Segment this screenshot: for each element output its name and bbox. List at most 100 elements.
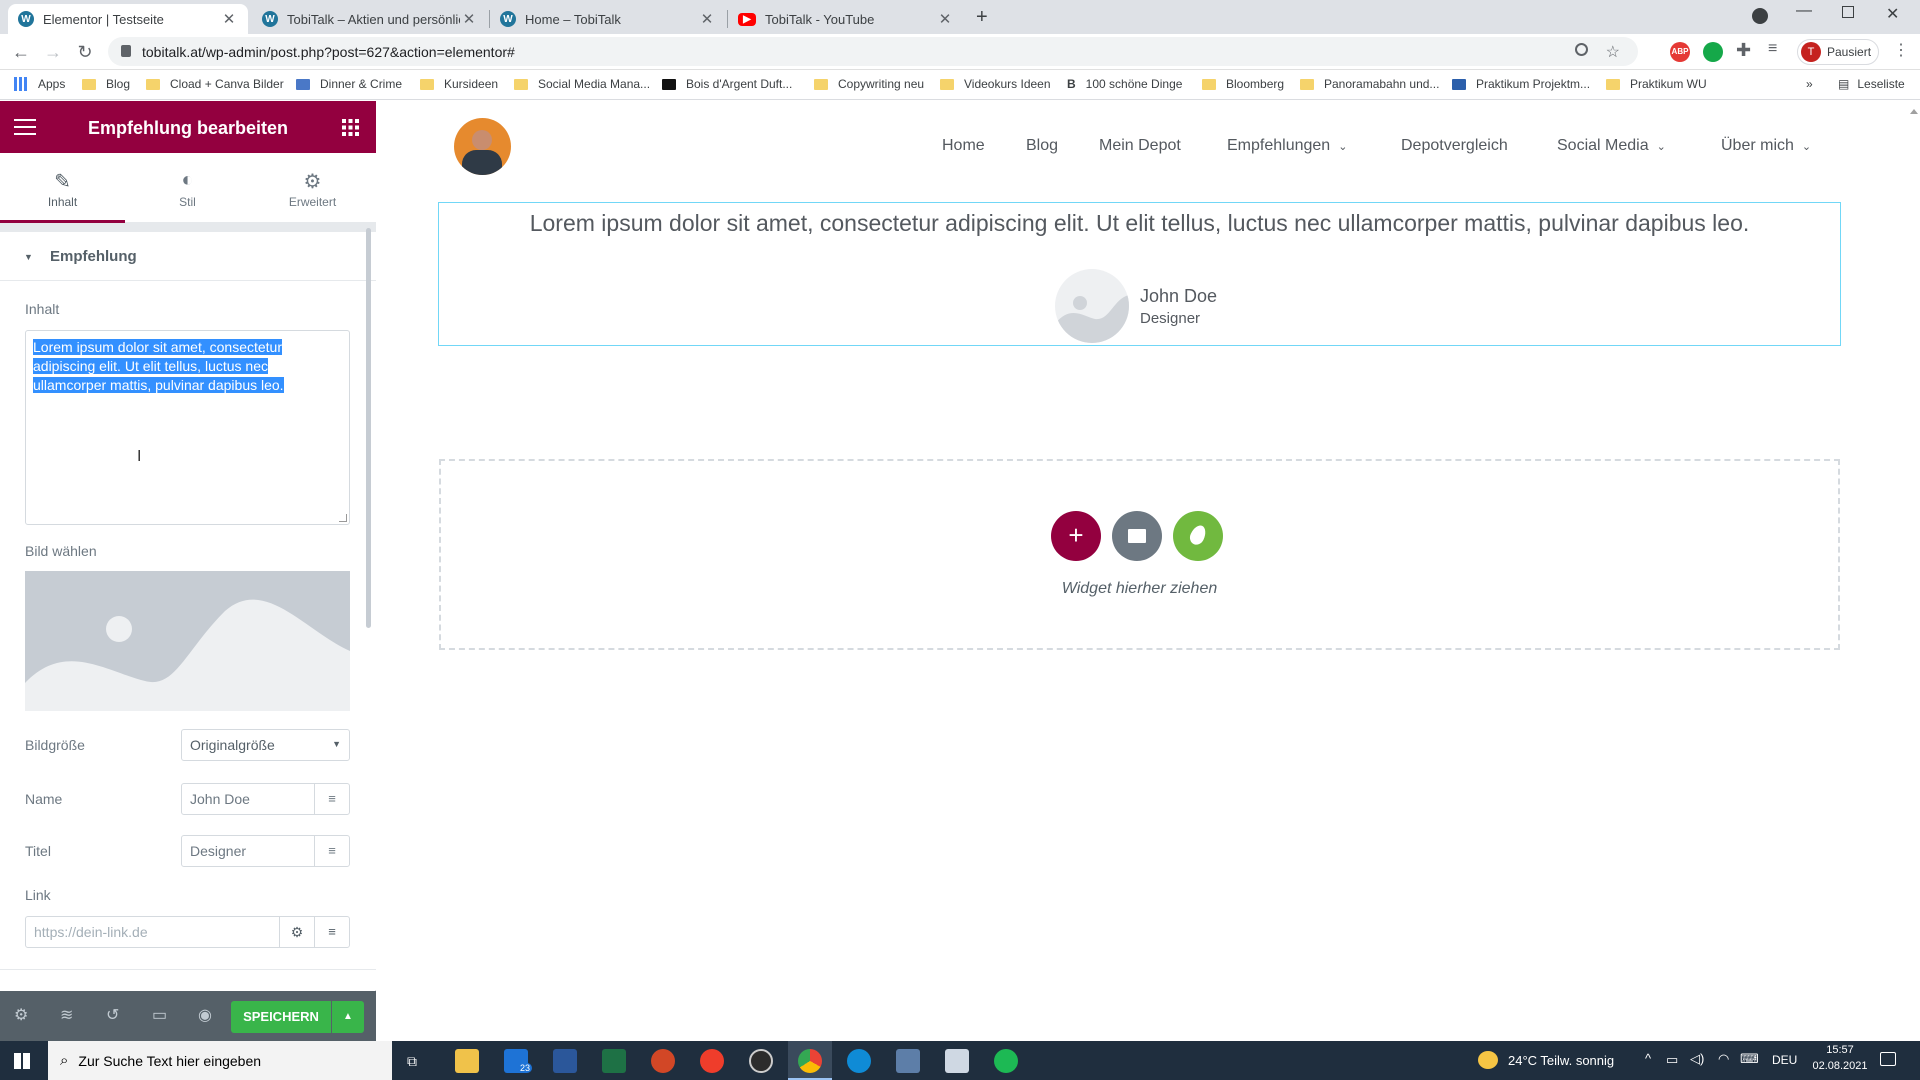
bookmark-praktikum-wu[interactable]: Praktikum WU (1606, 77, 1707, 91)
reading-list-button[interactable]: ▤ Leseliste (1838, 77, 1905, 91)
file-explorer-icon[interactable] (455, 1049, 479, 1073)
chrome-taskbar-item[interactable] (788, 1041, 832, 1080)
grammarly-extension-icon[interactable] (1703, 42, 1723, 62)
add-new-section-button[interactable]: + (1051, 511, 1101, 561)
zoom-icon[interactable] (1575, 43, 1588, 56)
navigator-layers-icon[interactable]: ≋ (60, 1005, 73, 1025)
wifi-icon[interactable]: ◠ (1718, 1051, 1729, 1067)
responsive-mode-icon[interactable]: ▭ (152, 1005, 167, 1025)
tab-inhalt[interactable]: ✎ Inhalt (0, 153, 125, 223)
volume-icon[interactable]: ◁) (1690, 1051, 1704, 1067)
dynamic-tags-icon[interactable]: ≡ (314, 836, 349, 866)
task-view-icon[interactable]: ⧉ (407, 1053, 417, 1070)
bookmark-bloomberg[interactable]: Bloomberg (1202, 77, 1284, 91)
nav-mein-depot[interactable]: Mein Depot (1099, 137, 1181, 155)
resize-handle[interactable] (339, 514, 347, 522)
nav-empfehlungen[interactable]: Empfehlungen ⌄ (1227, 137, 1347, 155)
link-options-gear-icon[interactable]: ⚙ (279, 917, 314, 947)
section-toggle-empfehlung[interactable]: ▼ Empfehlung (0, 233, 376, 281)
forward-icon[interactable]: → (42, 41, 64, 63)
link-input[interactable]: https://dein-link.de ⚙ ≡ (25, 916, 350, 948)
nav-ueber-mich[interactable]: Über mich ⌄ (1721, 137, 1811, 155)
bookmark-100[interactable]: B 100 schöne Dinge (1067, 77, 1182, 91)
reload-icon[interactable]: ↻ (74, 41, 96, 63)
dynamic-tags-icon[interactable]: ≡ (314, 784, 349, 814)
adblock-extension-icon[interactable]: ABP (1670, 42, 1690, 62)
bookmark-panorama[interactable]: Panoramabahn und... (1300, 77, 1439, 91)
nav-home[interactable]: Home (942, 137, 985, 155)
more-bookmarks-icon[interactable]: » (1806, 77, 1813, 91)
reading-mode-icon[interactable]: ≡ (1768, 40, 1777, 58)
profile-button[interactable]: T Pausiert (1797, 39, 1879, 65)
notifications-icon[interactable] (1880, 1052, 1896, 1066)
spotify-icon[interactable] (994, 1049, 1018, 1073)
bookmark-bois[interactable]: Bois d'Argent Duft... (662, 77, 792, 91)
tab-search-icon[interactable] (1752, 8, 1768, 24)
taskbar-search[interactable]: ⌕ Zur Suche Text hier eingeben (48, 1041, 392, 1080)
powerpoint-icon[interactable] (651, 1049, 675, 1073)
tab-tobitalk-aktien[interactable]: W TobiTalk – Aktien und persönliche ✕ (252, 4, 488, 34)
close-tab-icon[interactable]: ✕ (936, 10, 954, 28)
save-button[interactable]: SPEICHERN (231, 1001, 331, 1033)
panel-scrollbar[interactable] (366, 228, 371, 628)
excel-icon[interactable] (602, 1049, 626, 1073)
obs-icon[interactable] (749, 1049, 773, 1073)
app-icon[interactable] (700, 1049, 724, 1073)
title-input[interactable]: Designer ≡ (181, 835, 350, 867)
tab-stil[interactable]: ◐ Stil (125, 153, 250, 223)
image-picker[interactable] (25, 571, 350, 711)
close-tab-icon[interactable]: ✕ (698, 10, 716, 28)
envato-kit-button[interactable] (1173, 511, 1223, 561)
address-bar[interactable]: tobitalk.at/wp-admin/post.php?post=627&a… (108, 37, 1638, 66)
bookmark-social[interactable]: Social Media Mana... (514, 77, 650, 91)
language-indicator[interactable]: DEU (1772, 1053, 1797, 1067)
bookmark-blog[interactable]: Blog (82, 77, 130, 91)
widgets-grid-icon[interactable] (342, 119, 359, 136)
content-textarea[interactable]: Lorem ipsum dolor sit amet, consectetur … (25, 330, 350, 525)
app-icon[interactable] (896, 1049, 920, 1073)
name-input[interactable]: John Doe ≡ (181, 783, 350, 815)
weather-text[interactable]: 24°C Teilw. sonnig (1508, 1053, 1614, 1068)
keyboard-icon[interactable]: ⌨ (1740, 1051, 1759, 1067)
close-tab-icon[interactable]: ✕ (220, 10, 238, 28)
bookmark-dinner[interactable]: Dinner & Crime (296, 77, 402, 91)
clock[interactable]: 15:57 02.08.2021 (1810, 1044, 1870, 1072)
add-template-button[interactable] (1112, 511, 1162, 561)
testimonial-widget[interactable]: Lorem ipsum dolor sit amet, consectetur … (438, 202, 1841, 346)
tab-youtube[interactable]: ▶ TobiTalk - YouTube ✕ (728, 4, 964, 34)
image-size-select[interactable]: Originalgröße ▼ (181, 729, 350, 761)
dynamic-tags-icon[interactable]: ≡ (314, 917, 349, 947)
maximize-button[interactable] (1842, 6, 1854, 18)
nav-social-media[interactable]: Social Media ⌄ (1557, 137, 1666, 155)
bookmark-apps[interactable]: Apps (14, 77, 65, 91)
settings-icon[interactable]: ⚙ (14, 1005, 28, 1025)
edge-icon[interactable] (847, 1049, 871, 1073)
bookmark-kursideen[interactable]: Kursideen (420, 77, 498, 91)
minimize-button[interactable]: — (1796, 2, 1812, 20)
menu-icon[interactable]: ⋮ (1893, 40, 1909, 60)
tray-chevron-icon[interactable]: ^ (1645, 1051, 1651, 1066)
notepad-icon[interactable] (945, 1049, 969, 1073)
bookmark-praktikum-projekt[interactable]: Praktikum Projektm... (1452, 77, 1590, 91)
tab-home-tobitalk[interactable]: W Home – TobiTalk ✕ (490, 4, 726, 34)
nav-blog[interactable]: Blog (1026, 137, 1058, 155)
bookmark-videokurs[interactable]: Videokurs Ideen (940, 77, 1051, 91)
network-icon[interactable]: ▭ (1666, 1052, 1678, 1068)
save-options-button[interactable]: ▲ (332, 1001, 364, 1033)
nav-depotvergleich[interactable]: Depotvergleich (1401, 137, 1508, 155)
tab-erweitert[interactable]: ⚙ Erweitert (250, 153, 375, 223)
word-icon[interactable] (553, 1049, 577, 1073)
bookmark-canva[interactable]: Cload + Canva Bilder (146, 77, 284, 91)
close-tab-icon[interactable]: ✕ (460, 10, 478, 28)
bookmark-copywriting[interactable]: Copywriting neu (814, 77, 924, 91)
back-icon[interactable]: ← (10, 41, 32, 63)
tab-elementor[interactable]: W Elementor | Testseite ✕ (8, 4, 248, 34)
new-tab-button[interactable]: + (976, 6, 988, 29)
close-window-button[interactable]: ✕ (1886, 4, 1899, 24)
bookmark-star-icon[interactable]: ☆ (1606, 42, 1620, 62)
preview-eye-icon[interactable]: ◉ (198, 1005, 212, 1025)
history-icon[interactable]: ↺ (106, 1005, 119, 1025)
canvas-scrollbar[interactable] (1907, 101, 1920, 1041)
extensions-icon[interactable]: ✚ (1736, 40, 1751, 61)
site-logo-avatar[interactable] (454, 118, 511, 175)
